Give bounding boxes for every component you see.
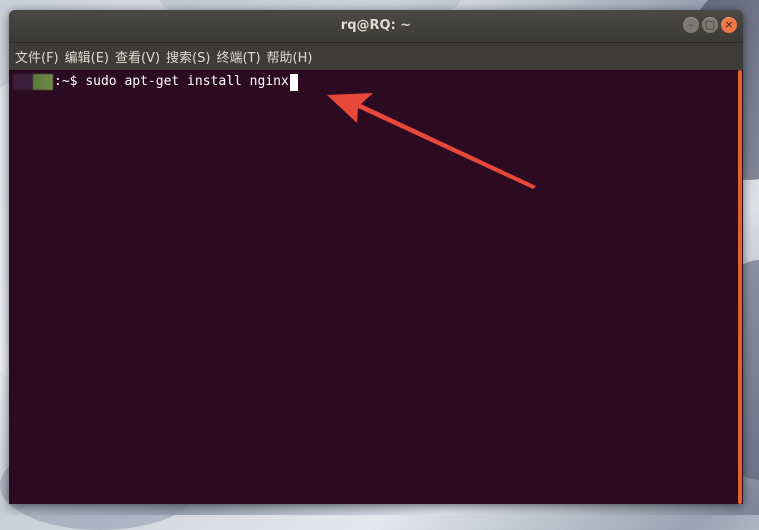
prompt-suffix: :~$ — [54, 74, 86, 89]
menu-search[interactable]: 搜索(S) — [166, 47, 216, 66]
menu-terminal[interactable]: 终端(T) — [216, 47, 266, 66]
scrollbar[interactable] — [735, 70, 743, 504]
terminal-area[interactable]: :~$ sudo apt-get install nginx — [9, 70, 735, 504]
typed-command: sudo apt-get install nginx — [85, 74, 289, 89]
terminal-window: rq@RQ: ~ – □ × 文件(F) 编辑(E) 查看(V) 搜索(S) 终… — [9, 10, 743, 504]
title-bar[interactable]: rq@RQ: ~ – □ × — [9, 10, 743, 43]
menu-view[interactable]: 查看(V) — [115, 47, 166, 66]
command-line: :~$ sudo apt-get install nginx — [13, 73, 298, 91]
scrollbar-thumb[interactable] — [738, 70, 742, 504]
window-title: rq@RQ: ~ — [340, 18, 412, 33]
text-cursor — [289, 73, 298, 91]
window-controls: – □ × — [683, 17, 737, 33]
menu-help[interactable]: 帮助(H) — [267, 47, 319, 66]
menu-bar: 文件(F) 编辑(E) 查看(V) 搜索(S) 终端(T) 帮助(H) — [9, 43, 743, 70]
redacted-username — [13, 74, 53, 90]
maximize-button[interactable]: □ — [702, 17, 718, 33]
minimize-button[interactable]: – — [683, 17, 699, 33]
menu-edit[interactable]: 编辑(E) — [65, 47, 115, 66]
menu-file[interactable]: 文件(F) — [15, 47, 65, 66]
close-button[interactable]: × — [721, 17, 737, 33]
